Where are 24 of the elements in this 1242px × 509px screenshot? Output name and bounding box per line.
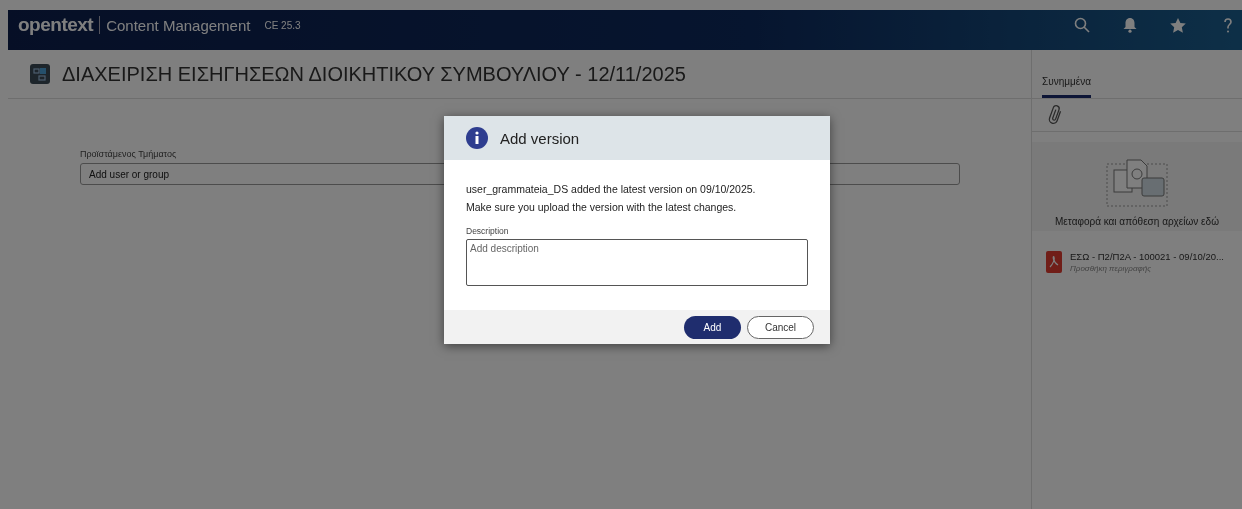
info-icon (466, 127, 488, 149)
dialog-message: user_grammateia_DS added the latest version on 09/10/2025. (466, 182, 757, 197)
dialog-title: Add version (500, 129, 580, 147)
file-name-link[interactable]: ΕΣΩ - Π2/Π2Α - 100021 - 09/10/20... (1070, 251, 1224, 262)
notification-bell-icon[interactable] (1123, 17, 1137, 33)
field-label: Προϊστάμενος Τμήματος (80, 149, 178, 159)
add-button[interactable]: Add (684, 315, 741, 339)
search-icon[interactable] (1074, 17, 1090, 33)
dropzone[interactable]: Μεταφορά και απόθεση αρχείων εδώ (1032, 142, 1242, 231)
pdf-file-icon (1046, 251, 1062, 273)
version-label: CE 25.3 (264, 19, 301, 31)
product-name: Content Management (106, 16, 251, 34)
cancel-button[interactable]: Cancel (747, 315, 814, 339)
star-icon[interactable] (1170, 17, 1186, 33)
dialog-message: Make sure you upload the version with the latest changes. (466, 200, 738, 215)
attachments-tab[interactable]: Συνημμένα (1042, 76, 1091, 98)
field-label: Description (466, 226, 510, 236)
dropzone-text: Μεταφορά και απόθεση αρχείων εδώ (1054, 216, 1220, 227)
brand-logo: opentext (18, 14, 94, 36)
description-field[interactable]: Add description (466, 239, 808, 286)
paperclip-icon[interactable] (1048, 104, 1064, 126)
workflow-icon (30, 64, 50, 84)
help-icon[interactable] (1224, 17, 1232, 33)
page-title: ΔΙΑΧΕΙΡΙΣΗ ΕΙΣΗΓΗΣΕΩΝ ΔΙΟΙΚΗΤΙΚΟΥ ΣΥΜΒΟΥΛΙΟΥ - 12/11/2025 (62, 62, 686, 86)
